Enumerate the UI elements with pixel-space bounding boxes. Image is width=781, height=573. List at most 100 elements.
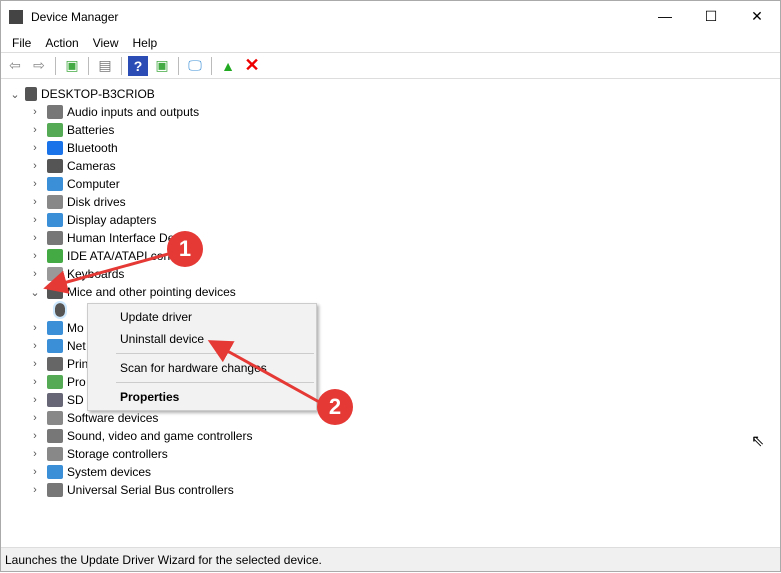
tree-item[interactable]: › Storage controllers bbox=[1, 445, 780, 463]
device-manager-icon bbox=[9, 10, 23, 24]
tree-item-label: Human Interface De bbox=[67, 231, 175, 245]
device-category-icon bbox=[47, 159, 63, 173]
tree-item-label: Bluetooth bbox=[67, 141, 118, 155]
device-category-icon bbox=[47, 321, 63, 335]
tree-item[interactable]: › Human Interface De bbox=[1, 229, 780, 247]
tree-item-label: Software devices bbox=[67, 411, 159, 425]
chevron-right-icon[interactable]: › bbox=[29, 196, 41, 208]
chevron-right-icon[interactable]: › bbox=[29, 340, 41, 352]
chevron-right-icon[interactable]: › bbox=[29, 394, 41, 406]
chevron-right-icon[interactable]: › bbox=[29, 106, 41, 118]
menu-file[interactable]: File bbox=[5, 36, 38, 50]
properties-icon[interactable]: ▤ bbox=[95, 56, 115, 76]
tree-item[interactable]: › Display adapters bbox=[1, 211, 780, 229]
forward-icon[interactable]: ⇨ bbox=[29, 56, 49, 76]
device-category-icon bbox=[47, 267, 63, 281]
tree-item-label: Cameras bbox=[67, 159, 116, 173]
chevron-right-icon[interactable]: › bbox=[29, 250, 41, 262]
chevron-right-icon[interactable]: › bbox=[29, 484, 41, 496]
window-title: Device Manager bbox=[31, 10, 119, 24]
tree-item-label: Display adapters bbox=[67, 213, 157, 227]
chevron-right-icon[interactable]: › bbox=[29, 358, 41, 370]
status-text: Launches the Update Driver Wizard for th… bbox=[5, 552, 322, 567]
tree-item-label: System devices bbox=[67, 465, 152, 479]
device-category-icon bbox=[47, 141, 63, 155]
device-category-icon bbox=[47, 465, 63, 479]
menu-action[interactable]: Action bbox=[38, 36, 85, 50]
tree-item[interactable]: › Computer bbox=[1, 175, 780, 193]
tree-item-label: IDE ATA/ATAPI contr bbox=[67, 249, 178, 263]
status-bar: Launches the Update Driver Wizard for th… bbox=[1, 547, 780, 571]
tree-item-label: Mice and other pointing devices bbox=[67, 285, 236, 299]
chevron-right-icon[interactable]: › bbox=[29, 430, 41, 442]
menu-view[interactable]: View bbox=[86, 36, 126, 50]
context-menu: Update driver Uninstall device Scan for … bbox=[87, 303, 317, 411]
device-category-icon bbox=[47, 123, 63, 137]
device-category-icon bbox=[47, 357, 63, 371]
tree-item-label: Disk drives bbox=[67, 195, 126, 209]
scan-hardware-icon[interactable]: 🖵 bbox=[185, 56, 205, 76]
back-icon[interactable]: ⇦ bbox=[5, 56, 25, 76]
chevron-down-icon[interactable]: ⌄ bbox=[29, 286, 41, 299]
help-icon[interactable]: ? bbox=[128, 55, 148, 76]
tree-item[interactable]: › Bluetooth bbox=[1, 139, 780, 157]
annotation-badge-1: 1 bbox=[167, 231, 203, 267]
menu-bar: File Action View Help bbox=[1, 33, 780, 53]
chevron-right-icon[interactable]: › bbox=[29, 268, 41, 280]
update-driver-icon[interactable]: ▲ bbox=[218, 56, 238, 76]
maximize-button[interactable]: ☐ bbox=[688, 1, 734, 31]
toolbar: ⇦ ⇨ ▣ ▤ ? ▣ 🖵 ▲ ✕ bbox=[1, 53, 780, 79]
root-label: DESKTOP-B3CRIOB bbox=[41, 87, 155, 101]
device-category-icon bbox=[53, 301, 67, 319]
tree-item[interactable]: › Disk drives bbox=[1, 193, 780, 211]
tree-item[interactable]: › Universal Serial Bus controllers bbox=[1, 481, 780, 499]
chevron-right-icon[interactable]: › bbox=[29, 124, 41, 136]
tree-item-label: Batteries bbox=[67, 123, 115, 137]
device-category-icon bbox=[47, 393, 63, 407]
menu-help[interactable]: Help bbox=[126, 36, 165, 50]
chevron-right-icon[interactable]: › bbox=[29, 178, 41, 190]
tree-item[interactable]: › Audio inputs and outputs bbox=[1, 103, 780, 121]
menu-uninstall-device[interactable]: Uninstall device bbox=[88, 328, 316, 350]
tree-item-label: Universal Serial Bus controllers bbox=[67, 483, 234, 497]
tree-item[interactable]: ⌄ Mice and other pointing devices bbox=[1, 283, 780, 301]
show-hide-console-tree-icon[interactable]: ▣ bbox=[62, 56, 82, 76]
menu-update-driver[interactable]: Update driver bbox=[88, 306, 316, 328]
close-button[interactable]: ✕ bbox=[734, 1, 780, 31]
device-category-icon bbox=[47, 105, 63, 119]
device-category-icon bbox=[47, 177, 63, 191]
chevron-right-icon[interactable]: › bbox=[29, 322, 41, 334]
chevron-right-icon[interactable]: › bbox=[29, 160, 41, 172]
tree-item-label: Storage controllers bbox=[67, 447, 168, 461]
chevron-right-icon[interactable]: › bbox=[29, 376, 41, 388]
chevron-right-icon[interactable]: › bbox=[29, 466, 41, 478]
tree-item[interactable]: › IDE ATA/ATAPI contr bbox=[1, 247, 780, 265]
tree-root[interactable]: ⌄ DESKTOP-B3CRIOB bbox=[1, 85, 780, 103]
annotation-badge-2: 2 bbox=[317, 389, 353, 425]
uninstall-icon[interactable]: ✕ bbox=[242, 55, 262, 76]
device-category-icon bbox=[47, 195, 63, 209]
tree-item[interactable]: › System devices bbox=[1, 463, 780, 481]
computer-icon bbox=[25, 87, 37, 101]
menu-properties[interactable]: Properties bbox=[88, 386, 316, 408]
action-pane-icon[interactable]: ▣ bbox=[152, 56, 172, 76]
chevron-right-icon[interactable]: › bbox=[29, 142, 41, 154]
chevron-down-icon[interactable]: ⌄ bbox=[9, 88, 21, 101]
tree-item[interactable]: › Sound, video and game controllers bbox=[1, 427, 780, 445]
chevron-right-icon[interactable]: › bbox=[29, 412, 41, 424]
chevron-right-icon[interactable]: › bbox=[29, 232, 41, 244]
chevron-right-icon[interactable]: › bbox=[29, 448, 41, 460]
menu-scan-hardware[interactable]: Scan for hardware changes bbox=[88, 357, 316, 379]
tree-item-label: Keyboards bbox=[67, 267, 125, 281]
tree-item[interactable]: › Keyboards bbox=[1, 265, 780, 283]
device-category-icon bbox=[47, 447, 63, 461]
tree-item[interactable]: › Cameras bbox=[1, 157, 780, 175]
tree-item-label: Computer bbox=[67, 177, 120, 191]
chevron-right-icon[interactable]: › bbox=[29, 214, 41, 226]
tree-item[interactable]: › Batteries bbox=[1, 121, 780, 139]
tree-item-label: Pro bbox=[67, 375, 86, 389]
minimize-button[interactable]: — bbox=[642, 1, 688, 31]
tree-item-label: Prin bbox=[67, 357, 89, 371]
tree-item[interactable]: › Software devices bbox=[1, 409, 780, 427]
tree-item-label: Mo bbox=[67, 321, 84, 335]
